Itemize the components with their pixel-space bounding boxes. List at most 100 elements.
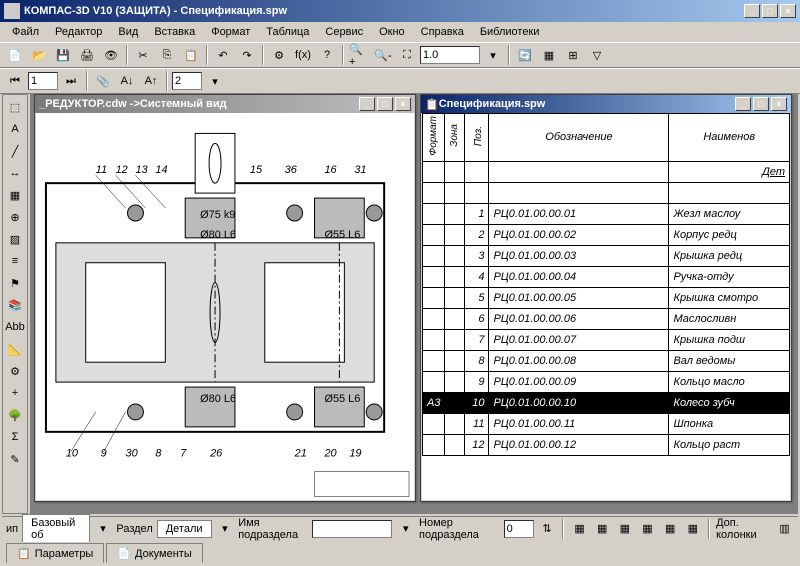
- tool-sigma-icon[interactable]: Σ: [5, 427, 25, 447]
- spec-empty-row[interactable]: [423, 182, 790, 203]
- subsection-name-input[interactable]: [312, 520, 392, 538]
- drawing-close-button[interactable]: ×: [395, 97, 411, 111]
- table-row[interactable]: 1РЦ0.01.00.00.01Жезл маслоу: [423, 203, 790, 224]
- drawing-content[interactable]: 11 12 13 14 15 36 16 31 10 9 30 8 7 26 2…: [36, 113, 414, 500]
- menu-editor[interactable]: Редактор: [47, 24, 110, 40]
- tool-hatch-icon[interactable]: ▨: [5, 229, 25, 249]
- sort-desc-icon[interactable]: A↑: [140, 70, 162, 92]
- spec-table[interactable]: Формат Зона Поз. Обозначение Наименов Де…: [422, 113, 790, 456]
- tool-tree-icon[interactable]: 🌳: [5, 405, 25, 425]
- tool-select-icon[interactable]: ⬚: [5, 97, 25, 117]
- tool-line-icon[interactable]: ╱: [5, 141, 25, 161]
- zoom-out-icon[interactable]: 🔍-: [372, 44, 394, 66]
- grid6-icon[interactable]: ▦: [683, 518, 702, 540]
- tool-flag-icon[interactable]: ⚑: [5, 273, 25, 293]
- tool-abb-icon[interactable]: Abb: [5, 317, 25, 337]
- open-icon[interactable]: 📂: [28, 44, 50, 66]
- grid2-icon[interactable]: ▦: [593, 518, 612, 540]
- grid4-icon[interactable]: ▦: [638, 518, 657, 540]
- copy-icon[interactable]: ⎘: [156, 44, 178, 66]
- menu-table[interactable]: Таблица: [258, 24, 317, 40]
- tab-docs[interactable]: 📄 Документы: [106, 543, 202, 563]
- drawing-canvas[interactable]: 11 12 13 14 15 36 16 31 10 9 30 8 7 26 2…: [36, 113, 414, 500]
- drawing-minimize-button[interactable]: _: [359, 97, 375, 111]
- tool-library-icon[interactable]: 📚: [5, 295, 25, 315]
- menu-file[interactable]: Файл: [4, 24, 47, 40]
- grid-icon[interactable]: ▦: [538, 44, 560, 66]
- columns-icon[interactable]: ▥: [775, 518, 794, 540]
- spec-close-button[interactable]: ×: [771, 97, 787, 111]
- table-row[interactable]: 6РЦ0.01.00.00.06Маслосливн: [423, 308, 790, 329]
- tool-measure-icon[interactable]: 📐: [5, 339, 25, 359]
- minimize-button[interactable]: _: [744, 4, 760, 18]
- zoom-input[interactable]: [420, 46, 480, 64]
- redo-icon[interactable]: ↷: [236, 44, 258, 66]
- drawing-titlebar[interactable]: _РЕДУКТОР.cdw ->Системный вид _ □ ×: [35, 95, 415, 113]
- nav-last-icon[interactable]: ⏭: [60, 70, 82, 92]
- menu-view[interactable]: Вид: [110, 24, 146, 40]
- tool-table-icon[interactable]: ▦: [5, 185, 25, 205]
- subsection-num-input[interactable]: [504, 520, 534, 538]
- tab-params[interactable]: 📋 Параметры: [6, 543, 104, 563]
- drawing-maximize-button[interactable]: □: [377, 97, 393, 111]
- preview-icon[interactable]: 👁: [100, 44, 122, 66]
- save-icon[interactable]: 💾: [52, 44, 74, 66]
- tool-symbol-icon[interactable]: ⊕: [5, 207, 25, 227]
- base-obj-tab[interactable]: Базовый об: [22, 514, 90, 544]
- tool-text-icon[interactable]: A: [5, 119, 25, 139]
- table-row[interactable]: 8РЦ0.01.00.00.08Вал ведомы: [423, 350, 790, 371]
- grid3-icon[interactable]: ▦: [616, 518, 635, 540]
- table-row[interactable]: 12РЦ0.01.00.00.12Кольцо раст: [423, 434, 790, 455]
- grid5-icon[interactable]: ▦: [661, 518, 680, 540]
- tool-draw-icon[interactable]: ✎: [5, 449, 25, 469]
- dropdown3-arrow-icon[interactable]: ▾: [396, 518, 415, 540]
- spec-section-row[interactable]: Дет: [423, 161, 790, 182]
- spec-titlebar[interactable]: 📋 Спецификация.spw _ □ ×: [421, 95, 791, 113]
- refresh-icon[interactable]: 🔄: [514, 44, 536, 66]
- table-row[interactable]: 5РЦ0.01.00.00.05Крышка смотро: [423, 287, 790, 308]
- menu-window[interactable]: Окно: [371, 24, 413, 40]
- attach-icon[interactable]: 📎: [92, 70, 114, 92]
- snap-icon[interactable]: ⊞: [562, 44, 584, 66]
- zoom-dropdown-icon[interactable]: ▾: [482, 44, 504, 66]
- details-value[interactable]: Детали: [157, 520, 212, 538]
- menu-format[interactable]: Формат: [203, 24, 258, 40]
- zoom-in-icon[interactable]: 🔍+: [348, 44, 370, 66]
- table-row[interactable]: 9РЦ0.01.00.00.09Кольцо масло: [423, 371, 790, 392]
- table-row[interactable]: 7РЦ0.01.00.00.07Крышка подш: [423, 329, 790, 350]
- zoom-fit-icon[interactable]: ⛶: [396, 44, 418, 66]
- tool-plus-icon[interactable]: +: [5, 383, 25, 403]
- spec-minimize-button[interactable]: _: [735, 97, 751, 111]
- table-row[interactable]: 4РЦ0.01.00.00.04Ручка-отду: [423, 266, 790, 287]
- dropdown2-arrow-icon[interactable]: ▾: [216, 518, 235, 540]
- tool-dim-icon[interactable]: ↔: [5, 163, 25, 183]
- print-icon[interactable]: 🖨: [76, 44, 98, 66]
- fx-icon[interactable]: f(x): [292, 44, 314, 66]
- count-input[interactable]: [172, 72, 202, 90]
- nav-first-icon[interactable]: ⏮: [4, 70, 26, 92]
- menu-libraries[interactable]: Библиотеки: [472, 24, 548, 40]
- spec-content[interactable]: Формат Зона Поз. Обозначение Наименов Де…: [422, 113, 790, 500]
- spec-maximize-button[interactable]: □: [753, 97, 769, 111]
- filter-icon[interactable]: ▽: [586, 44, 608, 66]
- table-row[interactable]: А310РЦ0.01.00.00.10Колесо зубч: [423, 392, 790, 413]
- table-row[interactable]: 3РЦ0.01.00.00.03Крышка редц: [423, 245, 790, 266]
- menu-help[interactable]: Справка: [413, 24, 472, 40]
- page-input[interactable]: [28, 72, 58, 90]
- table-row[interactable]: 11РЦ0.01.00.00.11Шпонка: [423, 413, 790, 434]
- dropdown-arrow-icon[interactable]: ▾: [94, 518, 113, 540]
- dropdown-icon[interactable]: ▾: [204, 70, 226, 92]
- menu-insert[interactable]: Вставка: [146, 24, 203, 40]
- spinner-icon[interactable]: ⇅: [538, 518, 557, 540]
- sort-asc-icon[interactable]: A↓: [116, 70, 138, 92]
- tool-assembly-icon[interactable]: ⚙: [5, 361, 25, 381]
- properties-icon[interactable]: ⚙: [268, 44, 290, 66]
- table-row[interactable]: 2РЦ0.01.00.00.02Корпус редц: [423, 224, 790, 245]
- cut-icon[interactable]: ✂: [132, 44, 154, 66]
- help-icon[interactable]: ?: [316, 44, 338, 66]
- maximize-button[interactable]: □: [762, 4, 778, 18]
- menu-service[interactable]: Сервис: [317, 24, 371, 40]
- new-icon[interactable]: 📄: [4, 44, 26, 66]
- grid1-icon[interactable]: ▦: [570, 518, 589, 540]
- paste-icon[interactable]: 📋: [180, 44, 202, 66]
